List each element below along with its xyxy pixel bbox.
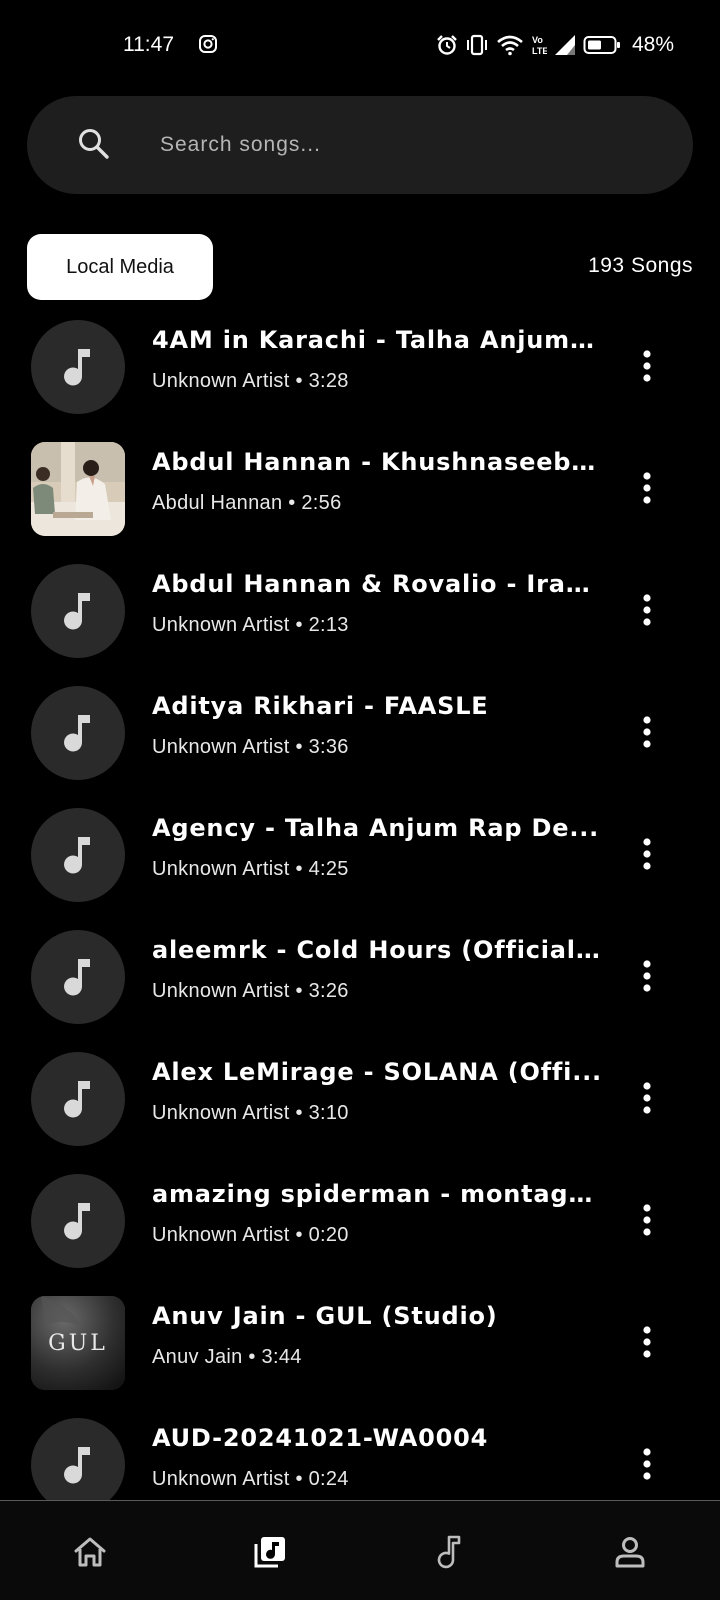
- bottom-nav: [0, 1500, 720, 1600]
- music-note-icon: [64, 593, 90, 630]
- song-list[interactable]: 4AM in Karachi - Talha Anjum ... Unknown…: [0, 306, 720, 1500]
- song-subtitle: Unknown Artist • 3:10: [152, 1102, 349, 1124]
- music-note-icon: [64, 837, 90, 874]
- song-title: Abdul Hannan - Khushnaseebi ...: [152, 448, 602, 476]
- music-note-icon: [437, 1535, 461, 1569]
- song-row[interactable]: Agency - Talha Anjum Rap De... Unknown A…: [0, 794, 720, 916]
- more-vert-icon: [643, 1082, 651, 1114]
- nav-home[interactable]: [65, 1527, 115, 1577]
- song-subtitle: Abdul Hannan • 2:56: [152, 492, 342, 514]
- song-row[interactable]: 4AM in Karachi - Talha Anjum ... Unknown…: [0, 306, 720, 428]
- song-subtitle: Unknown Artist • 2:13: [152, 614, 349, 636]
- more-options-button[interactable]: [632, 346, 662, 386]
- more-vert-icon: [643, 1448, 651, 1480]
- song-row[interactable]: Alex LeMirage - SOLANA (Offi... Unknown …: [0, 1038, 720, 1160]
- music-note-icon: [64, 715, 90, 752]
- more-vert-icon: [643, 1204, 651, 1236]
- song-thumbnail: [31, 1418, 125, 1500]
- song-subtitle: Anuv Jain • 3:44: [152, 1346, 302, 1368]
- svg-text:Vo: Vo: [532, 35, 543, 45]
- more-vert-icon: [643, 838, 651, 870]
- song-title: Agency - Talha Anjum Rap De...: [152, 814, 600, 842]
- song-subtitle: Unknown Artist • 3:26: [152, 980, 349, 1002]
- song-title: amazing spiderman - montage...: [152, 1180, 602, 1208]
- more-vert-icon: [643, 960, 651, 992]
- more-options-button[interactable]: [632, 834, 662, 874]
- song-thumbnail: [31, 930, 125, 1024]
- library-icon: [254, 1537, 285, 1568]
- nav-library[interactable]: [245, 1527, 295, 1577]
- song-title: Aditya Rikhari - FAASLE: [152, 692, 489, 720]
- status-time: 11:47: [123, 33, 174, 56]
- nav-profile[interactable]: [605, 1527, 655, 1577]
- vibrate-icon: [466, 34, 487, 56]
- song-row[interactable]: Abdul Hannan & Rovalio - Iraa... Unknown…: [0, 550, 720, 672]
- song-title: Alex LeMirage - SOLANA (Offi...: [152, 1058, 602, 1086]
- music-note-icon: [64, 349, 90, 386]
- song-title: 4AM in Karachi - Talha Anjum ...: [152, 326, 602, 354]
- more-vert-icon: [643, 472, 651, 504]
- more-vert-icon: [643, 350, 651, 382]
- more-options-button[interactable]: [632, 956, 662, 996]
- album-art: GUL: [31, 1296, 125, 1390]
- song-row[interactable]: Aditya Rikhari - FAASLE Unknown Artist •…: [0, 672, 720, 794]
- more-options-button[interactable]: [632, 590, 662, 630]
- song-thumbnail: [31, 808, 125, 902]
- music-note-icon: [64, 1081, 90, 1118]
- status-bar: 11:47 Vo LTE 48%: [0, 0, 720, 90]
- song-row[interactable]: GUL Anuv Jain - GUL (Studio) Anuv Jain •…: [0, 1282, 720, 1404]
- svg-text:LTE: LTE: [532, 46, 547, 56]
- song-title: Abdul Hannan & Rovalio - Iraa...: [152, 570, 602, 598]
- instagram-icon: [199, 35, 217, 53]
- album-art-image: GUL: [31, 1296, 125, 1390]
- alarm-icon: [437, 35, 457, 55]
- song-row[interactable]: amazing spiderman - montage... Unknown A…: [0, 1160, 720, 1282]
- song-subtitle: Unknown Artist • 0:24: [152, 1468, 349, 1490]
- song-thumbnail: [31, 1174, 125, 1268]
- song-thumbnail: [31, 564, 125, 658]
- profile-icon: [615, 1537, 645, 1568]
- more-options-button[interactable]: [632, 1200, 662, 1240]
- nav-player[interactable]: [425, 1527, 475, 1577]
- music-note-icon: [64, 1203, 90, 1240]
- battery-icon: [583, 36, 620, 54]
- more-vert-icon: [643, 1326, 651, 1358]
- album-art-image: [31, 442, 125, 536]
- song-title: Anuv Jain - GUL (Studio): [152, 1302, 498, 1330]
- song-thumbnail: [31, 1052, 125, 1146]
- music-note-icon: [64, 959, 90, 996]
- search-icon: [79, 129, 109, 159]
- song-title: AUD-20241021-WA0004: [152, 1424, 489, 1452]
- song-row[interactable]: Abdul Hannan - Khushnaseebi ... Abdul Ha…: [0, 428, 720, 550]
- more-options-button[interactable]: [632, 712, 662, 752]
- status-icons: Vo LTE 48%: [436, 32, 674, 58]
- search-bar[interactable]: [27, 96, 693, 194]
- more-vert-icon: [643, 594, 651, 626]
- more-options-button[interactable]: [632, 1444, 662, 1484]
- song-subtitle: Unknown Artist • 0:20: [152, 1224, 349, 1246]
- song-subtitle: Unknown Artist • 3:28: [152, 370, 349, 392]
- song-subtitle: Unknown Artist • 4:25: [152, 858, 349, 880]
- search-input[interactable]: [160, 126, 660, 164]
- music-note-icon: [64, 1447, 90, 1484]
- battery-percent: 48%: [631, 33, 674, 56]
- more-options-button[interactable]: [632, 1322, 662, 1362]
- signal-icon: [554, 35, 575, 55]
- song-thumbnail: [31, 686, 125, 780]
- local-media-chip[interactable]: Local Media: [27, 234, 213, 300]
- song-subtitle: Unknown Artist • 3:36: [152, 736, 349, 758]
- song-thumbnail: [31, 320, 125, 414]
- song-title: aleemrk - Cold Hours (Official ...: [152, 936, 602, 964]
- more-vert-icon: [643, 716, 651, 748]
- more-options-button[interactable]: [632, 1078, 662, 1118]
- home-icon: [74, 1537, 106, 1567]
- song-row[interactable]: AUD-20241021-WA0004 Unknown Artist • 0:2…: [0, 1404, 720, 1500]
- wifi-icon: [497, 35, 523, 56]
- album-art: [31, 442, 125, 536]
- more-options-button[interactable]: [632, 468, 662, 508]
- volte-icon: Vo LTE: [532, 35, 547, 56]
- song-count: 193 Songs: [588, 254, 693, 277]
- song-row[interactable]: aleemrk - Cold Hours (Official ... Unkno…: [0, 916, 720, 1038]
- album-art-text: GUL: [48, 1331, 108, 1356]
